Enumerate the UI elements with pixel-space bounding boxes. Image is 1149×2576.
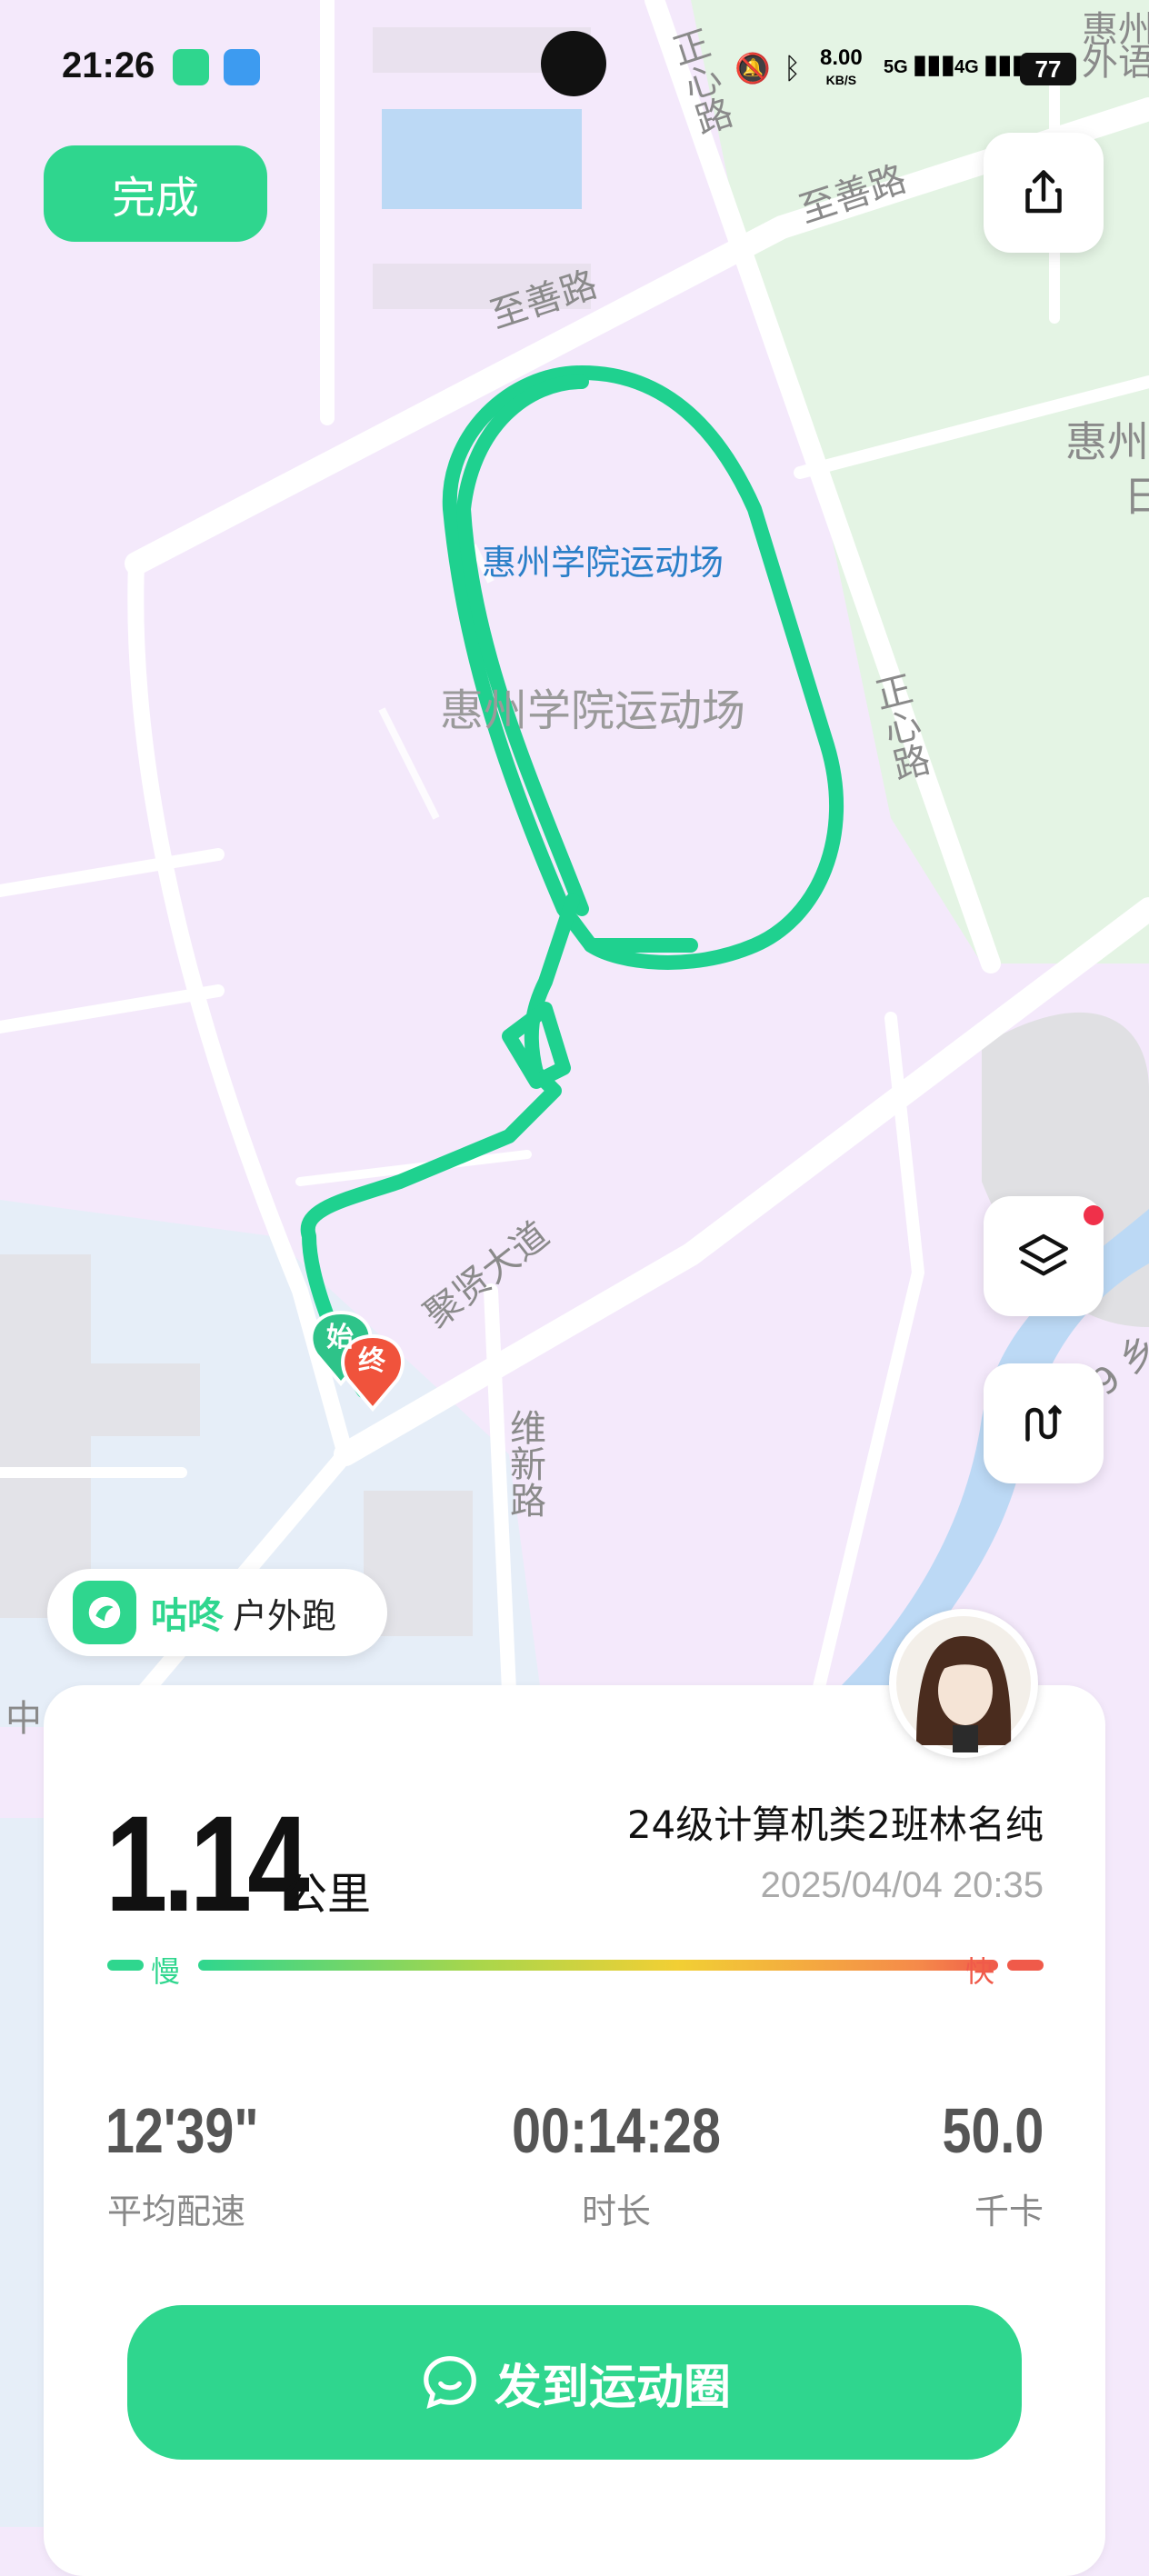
status-bar: 21:26 🔕 ᛒ 8.00 KB/S 5G ▮▮▮ 4G ▮▮▮ 77	[0, 0, 1149, 136]
post-to-feed-label: 发到运动圈	[494, 2360, 731, 2415]
calories-label: 千卡	[974, 2192, 1044, 2232]
activity-datetime: 2025/04/04 20:35	[760, 1865, 1044, 1905]
battery-indicator: 77	[1020, 53, 1076, 85]
share-button[interactable]	[984, 133, 1104, 253]
road-label-weixin: 维新路	[504, 1409, 545, 1518]
share-icon	[1025, 170, 1062, 214]
done-button[interactable]: 完成	[44, 145, 267, 242]
post-to-feed-button[interactable]: 发到运动圈	[127, 2305, 1022, 2460]
pace-fast-label: 快	[965, 1954, 995, 1989]
venue-label: 惠州学院运动场	[482, 543, 724, 583]
avg-pace-value: 12'39"	[105, 2095, 259, 2166]
map-label-zhong-left: 中	[5, 1698, 42, 1740]
pace-bar-slow-cap	[107, 1960, 144, 1971]
end-marker-label: 终	[358, 1345, 385, 1377]
chat-bubble-icon	[424, 2356, 476, 2410]
map-label-ri-right: 日	[1124, 472, 1149, 521]
route-icon	[1025, 1404, 1062, 1442]
layers-icon	[1019, 1233, 1068, 1276]
duration-label: 时长	[581, 2192, 651, 2232]
start-marker-label: 始	[326, 1322, 354, 1353]
pace-bar-fast-cap	[1007, 1960, 1044, 1971]
route-toggle-button[interactable]	[984, 1363, 1104, 1483]
camera-cutout-icon	[541, 31, 606, 96]
signal-4g-icon: 4G ▮▮▮	[954, 50, 1026, 78]
pace-slow-label: 慢	[151, 1954, 181, 1989]
duration-value: 00:14:28	[512, 2095, 721, 2166]
network-speed: 8.00 KB/S	[820, 45, 863, 88]
mute-icon: 🔕	[734, 51, 771, 85]
codoon-logo-icon	[73, 1581, 136, 1644]
app-notification-icon-2	[224, 49, 260, 85]
signal-5g-icon: 5G ▮▮▮	[884, 50, 955, 78]
user-name: 24级计算机类2班林名纯	[626, 1802, 1044, 1847]
activity-type: 户外跑	[233, 1595, 337, 1636]
avg-pace-label: 平均配速	[107, 2192, 246, 2232]
distance-value: 1.14	[105, 1787, 310, 1940]
distance-unit: 公里	[284, 1869, 372, 1920]
user-avatar[interactable]	[889, 1609, 1038, 1758]
layers-notification-dot	[1084, 1205, 1104, 1225]
app-notification-icon-1	[173, 49, 209, 85]
pace-gradient-bar	[198, 1960, 998, 1971]
calories-value: 50.0	[942, 2095, 1044, 2166]
brand-badge: 咕咚 户外跑	[47, 1569, 387, 1656]
clock: 21:26	[62, 45, 155, 85]
map-label-hui-right: 惠州	[1065, 417, 1149, 466]
brand-name: 咕咚	[151, 1595, 224, 1637]
bluetooth-icon: ᛒ	[784, 51, 802, 85]
venue-label-gray: 惠州学院运动场	[440, 685, 746, 736]
